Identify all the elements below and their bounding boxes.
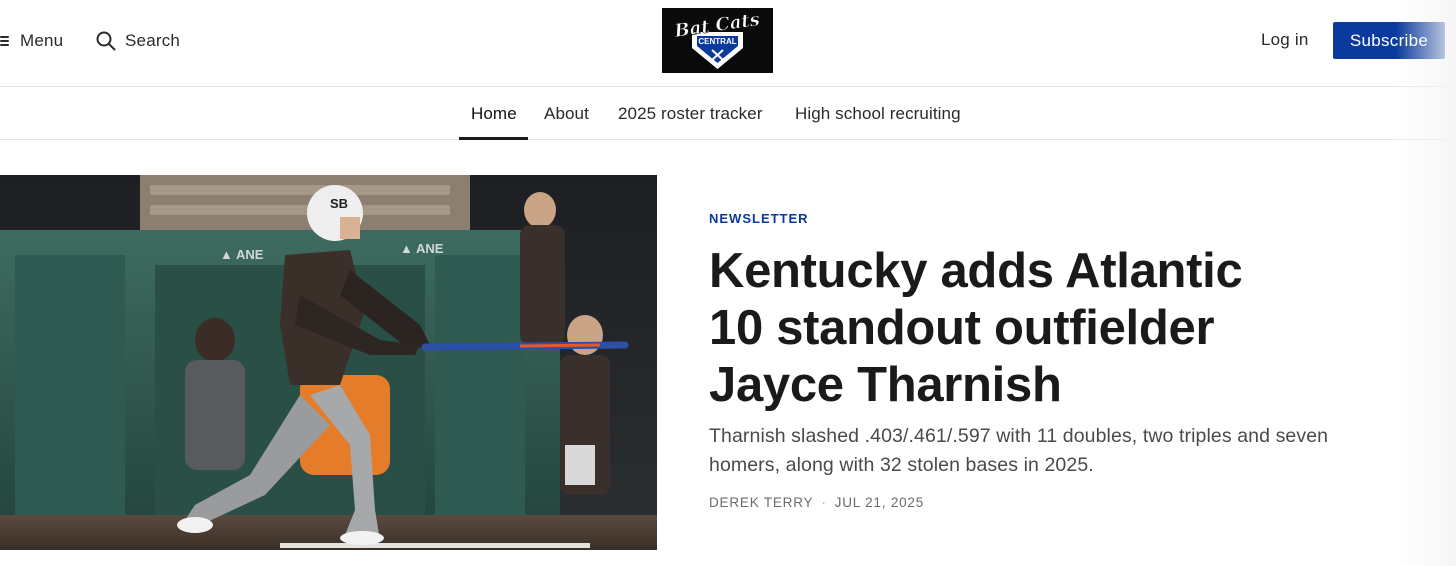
nav-home[interactable]: Home: [471, 104, 517, 124]
menu-button[interactable]: Menu: [0, 28, 63, 54]
article-meta: DEREK TERRY · JUL 21, 2025: [709, 495, 924, 510]
nav-roster-tracker[interactable]: 2025 roster tracker: [618, 104, 763, 124]
login-link[interactable]: Log in: [1261, 30, 1309, 50]
nav-about[interactable]: About: [544, 104, 589, 124]
svg-text:▲ ANE: ▲ ANE: [220, 247, 264, 262]
article-headline[interactable]: Kentucky adds Atlantic 10 standout outfi…: [709, 243, 1309, 414]
site-header: Menu Search Bat Cats CENTRAL Log in Subs…: [0, 0, 1456, 87]
hero-image[interactable]: ▲ ANE ▲ ANE SB: [0, 175, 657, 550]
nav-high-school-recruiting[interactable]: High school recruiting: [795, 104, 961, 124]
search-icon: [96, 31, 116, 51]
article-subtitle: Tharnish slashed .403/.461/.597 with 11 …: [709, 425, 1329, 476]
svg-text:▲ ANE: ▲ ANE: [400, 241, 444, 256]
search-button[interactable]: Search: [96, 28, 180, 54]
subscribe-button[interactable]: Subscribe: [1333, 22, 1445, 59]
menu-label: Menu: [20, 31, 64, 50]
section-nav: Home About 2025 roster tracker High scho…: [0, 88, 1456, 140]
logo-subtitle: CENTRAL: [698, 37, 736, 46]
site-logo[interactable]: Bat Cats CENTRAL: [662, 8, 773, 73]
article-author[interactable]: DEREK TERRY: [709, 495, 813, 510]
article-date: JUL 21, 2025: [834, 495, 925, 510]
search-label: Search: [125, 31, 181, 50]
meta-separator: ·: [821, 495, 827, 510]
active-tab-indicator: [459, 137, 528, 140]
article-category[interactable]: NEWSLETTER: [709, 211, 809, 226]
helmet-logo: SB: [330, 196, 348, 211]
hamburger-icon: [0, 35, 9, 47]
